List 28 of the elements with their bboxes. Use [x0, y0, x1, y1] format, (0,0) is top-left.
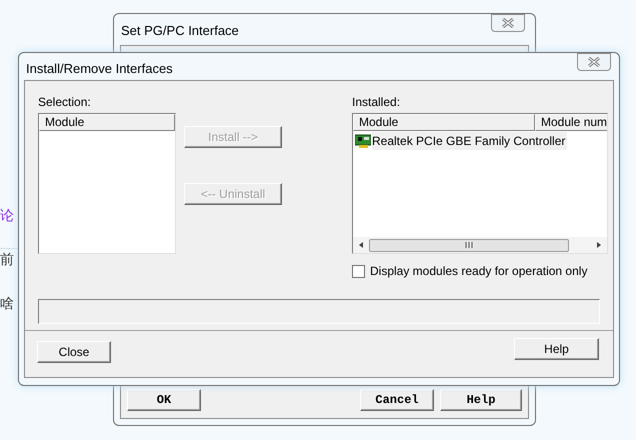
window-title: Set PG/PC Interface	[121, 22, 239, 40]
column-header[interactable]: Module num	[535, 114, 607, 131]
dialog-button[interactable]: OK	[127, 389, 201, 411]
dialog-button[interactable]: Help	[440, 389, 522, 411]
close-button[interactable]	[577, 53, 611, 71]
installed-list[interactable]: Module Module num Realtek PCIe GBE Family Controller	[352, 113, 608, 254]
network-card-icon	[355, 134, 371, 148]
checkbox[interactable]	[352, 264, 365, 278]
column-header[interactable]: Module	[39, 114, 175, 131]
column-header[interactable]: Module	[353, 114, 535, 131]
module-list[interactable]: Module	[38, 113, 176, 254]
dialog-button[interactable]: Help	[514, 338, 599, 360]
list-item[interactable]: Realtek PCIe GBE Family Controller	[372, 132, 568, 150]
close-icon	[588, 57, 600, 67]
close-button[interactable]	[491, 14, 525, 32]
close-icon	[502, 18, 514, 28]
dialog-button[interactable]: Cancel	[360, 389, 434, 411]
selection-label: Selection:	[38, 94, 92, 111]
horizontal-scrollbar[interactable]	[353, 237, 607, 253]
dialog-button[interactable]: Close	[37, 341, 111, 363]
checkbox-label: Display modules ready for operation only	[370, 263, 588, 280]
scrollbar-thumb[interactable]	[369, 238, 569, 252]
grip-icon	[465, 242, 473, 248]
page-link[interactable]: 论	[0, 207, 14, 223]
page-text: 啥	[0, 295, 14, 311]
page-text: 前	[0, 251, 14, 267]
dialog-title: Install/Remove Interfaces	[26, 60, 173, 78]
installed-label: Installed:	[352, 94, 402, 111]
